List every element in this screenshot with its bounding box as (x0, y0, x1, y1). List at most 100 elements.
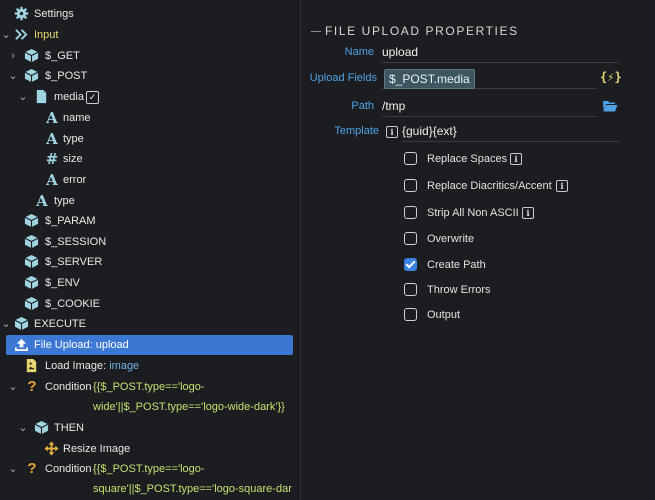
tree-item-label: Input (34, 29, 59, 41)
strip-non-ascii-info-icon[interactable]: i (522, 207, 534, 219)
tree-item-label: $_GET (45, 50, 80, 62)
tree-item-resize-image[interactable]: Resize Image (0, 439, 300, 459)
tree-item-execute[interactable]: ⌄ EXECUTE (0, 314, 300, 334)
path-label: Path (351, 100, 374, 112)
chevron-down-icon[interactable]: ⌄ (0, 25, 12, 45)
tree-item-media[interactable]: ⌄ media ✓ (0, 87, 300, 107)
text-type-icon: A (36, 192, 48, 210)
resize-arrows-icon (44, 439, 60, 459)
tree-item-label: THEN (54, 422, 84, 434)
tree-item-label: EXECUTE (34, 318, 86, 330)
template-info-icon[interactable]: i (386, 126, 398, 138)
tree-item-settings[interactable]: Settings (0, 4, 300, 24)
chevron-down-icon[interactable]: ⌄ (17, 87, 29, 107)
replace-diacritics-checkbox[interactable] (404, 179, 417, 192)
cube-icon (24, 46, 40, 66)
throw-errors-label: Throw Errors (427, 284, 491, 296)
chevron-down-icon[interactable]: ⌄ (7, 459, 19, 479)
cube-icon (14, 314, 30, 334)
cube-icon (24, 211, 40, 231)
cube-icon (24, 294, 40, 314)
cube-icon (34, 418, 50, 438)
number-type-icon: # (45, 150, 59, 168)
strip-non-ascii-checkbox[interactable] (404, 206, 417, 219)
section-title: FILE UPLOAD PROPERTIES (325, 24, 519, 38)
upload-fields-field[interactable]: $_POST.media (382, 68, 596, 89)
media-checkbox[interactable]: ✓ (86, 91, 99, 104)
tree-item-label: error (63, 174, 87, 186)
strip-non-ascii-label: Strip All Non ASCII (427, 207, 519, 219)
chevron-down-icon[interactable]: ⌄ (0, 314, 12, 334)
cube-icon (24, 252, 40, 272)
file-icon (34, 87, 50, 107)
tree-item-env[interactable]: $_ENV (0, 273, 300, 293)
dynamic-data-button[interactable]: {⚡} (600, 70, 622, 84)
text-type-icon: A (46, 171, 58, 189)
cube-icon (24, 66, 40, 86)
tree-item-condition-2[interactable]: ⌄ ? Condition {{$_POST.type=='logo- squa… (0, 459, 300, 499)
tree-item-get[interactable]: › $_GET (0, 46, 300, 66)
tree-item-label: Resize Image (63, 443, 131, 455)
tree-item-label: $_ENV (45, 277, 80, 289)
tree-item-label: type (63, 133, 84, 145)
path-field[interactable]: /tmp (382, 96, 596, 117)
chevron-down-icon[interactable]: ⌄ (17, 418, 29, 438)
tree-item-then[interactable]: ⌄ THEN (0, 418, 300, 438)
tree-item-label: $_SESSION (45, 236, 107, 248)
cube-icon (24, 232, 40, 252)
condition-expression-line2: wide'||$_POST.type=='logo-wide-dark'}} (93, 401, 285, 413)
text-type-icon: A (46, 130, 58, 148)
tree-item-server[interactable]: $_SERVER (0, 252, 300, 272)
name-label: Name (344, 46, 374, 58)
replace-spaces-label: Replace Spaces (427, 153, 508, 165)
replace-diacritics-info-icon[interactable]: i (556, 180, 568, 192)
output-checkbox[interactable] (404, 308, 417, 321)
upload-icon (14, 335, 30, 355)
tree-item-condition-1[interactable]: ⌄ ? Condition {{$_POST.type=='logo- wide… (0, 377, 300, 417)
overwrite-checkbox[interactable] (404, 232, 417, 245)
tree-item-error[interactable]: A error (0, 170, 300, 190)
question-icon: ? (27, 460, 37, 477)
tree-item-label: name (63, 112, 91, 124)
replace-spaces-checkbox[interactable] (404, 152, 417, 165)
load-image-value: image (109, 360, 140, 372)
chevron-right-icon[interactable]: › (7, 46, 19, 66)
chevron-down-icon[interactable]: ⌄ (7, 66, 19, 86)
tree-item-load-image[interactable]: Load Image: image (0, 356, 300, 376)
condition-expression-line2: square'||$_POST.type=='logo-square-dar (93, 483, 292, 495)
create-path-checkbox[interactable] (404, 258, 417, 271)
tree-item-type[interactable]: A type (0, 129, 300, 149)
tree-item-name[interactable]: A name (0, 108, 300, 128)
tree-item-label: $_PARAM (45, 215, 96, 227)
throw-errors-checkbox[interactable] (404, 283, 417, 296)
folder-open-icon[interactable] (602, 99, 618, 116)
tree-item-label: Condition (45, 381, 92, 393)
chevron-down-icon[interactable]: ⌄ (7, 377, 19, 397)
template-label: Template (334, 125, 379, 137)
tree-item-label: $_COOKIE (45, 298, 101, 310)
tree-item-cookie[interactable]: $_COOKIE (0, 294, 300, 314)
name-field[interactable]: upload (382, 42, 619, 63)
tree-item-size[interactable]: # size (0, 149, 300, 169)
properties-panel: FILE UPLOAD PROPERTIES Name upload Uploa… (301, 0, 655, 500)
upload-field-chip[interactable]: $_POST.media (384, 69, 475, 89)
tree-item-param[interactable]: $_PARAM (0, 211, 300, 231)
template-field[interactable]: {guid}{ext} (402, 121, 619, 142)
tree-item-post[interactable]: ⌄ $_POST (0, 66, 300, 86)
create-path-label: Create Path (427, 259, 486, 271)
tree-item-label: Load Image: image (45, 356, 139, 376)
tree-item-post-type[interactable]: A type (0, 191, 300, 211)
condition-expression-line1: {{$_POST.type=='logo- (93, 463, 205, 475)
tree-item-label: size (63, 153, 83, 165)
upload-fields-label: Upload Fields (309, 72, 377, 84)
image-file-icon (24, 356, 40, 376)
tree-item-file-upload[interactable]: File Upload: upload (6, 335, 293, 355)
tree-item-input[interactable]: ⌄ Input (0, 25, 300, 45)
replace-spaces-info-icon[interactable]: i (510, 153, 522, 165)
tree-item-label: media (54, 91, 84, 103)
tree-item-label: Settings (34, 8, 74, 20)
double-chevron-right-icon (14, 25, 30, 45)
tree-item-session[interactable]: $_SESSION (0, 232, 300, 252)
gear-icon (14, 4, 30, 24)
text-type-icon: A (46, 109, 58, 127)
